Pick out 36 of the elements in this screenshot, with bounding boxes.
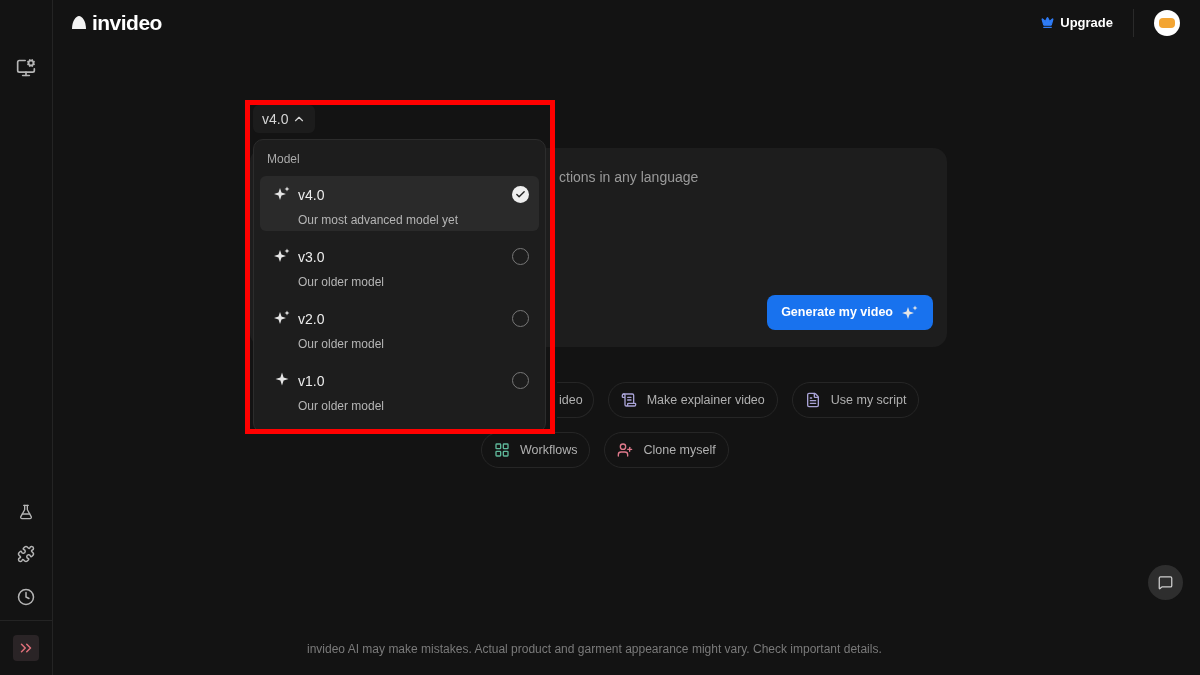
model-description: Our most advanced model yet [298, 212, 460, 229]
flask-icon[interactable] [18, 504, 34, 520]
model-option[interactable]: v2.0 Our older model [260, 300, 539, 355]
document-icon [804, 392, 821, 408]
model-name: v2.0 [298, 310, 326, 329]
puzzle-icon[interactable] [17, 545, 35, 563]
chat-icon [1158, 575, 1173, 590]
logo-text: invideo [92, 9, 162, 36]
generate-button[interactable]: Generate my video [767, 295, 933, 330]
model-name: v1.0 [298, 372, 326, 391]
model-option[interactable]: v1.0 Our older model [260, 362, 539, 417]
model-name: v4.0 [298, 186, 326, 205]
sparkles-icon [273, 310, 291, 326]
upgrade-button[interactable]: Upgrade [1041, 12, 1113, 33]
model-name: v3.0 [298, 248, 326, 267]
model-version-button[interactable]: v4.0 [253, 105, 316, 133]
model-option[interactable]: v3.0 Our older model [260, 238, 539, 293]
sparkles-icon [273, 186, 291, 202]
model-option[interactable]: v4.0 Our most advanced model yet [260, 176, 539, 231]
grid-icon [494, 442, 510, 458]
crown-icon [1041, 16, 1055, 29]
model-description: Our older model [298, 336, 386, 353]
sparkles-icon [901, 304, 919, 321]
avatar[interactable] [1154, 9, 1180, 36]
menu-heading: Model [266, 151, 301, 168]
chat-button[interactable] [1148, 565, 1183, 600]
model-description: Our older model [298, 398, 386, 415]
scroll-icon [620, 392, 637, 408]
model-description: Our older model [298, 274, 386, 291]
sparkle-icon [275, 372, 289, 386]
sparkles-icon [273, 248, 291, 264]
user-plus-icon [617, 442, 634, 458]
disclaimer-text: invideo AI may make mistakes. Actual product and garment appearance might vary. Check important details. [306, 641, 883, 658]
clock-icon[interactable] [17, 588, 35, 606]
monitor-settings-icon[interactable] [16, 58, 36, 78]
expand-sidebar-button[interactable] [13, 635, 39, 661]
